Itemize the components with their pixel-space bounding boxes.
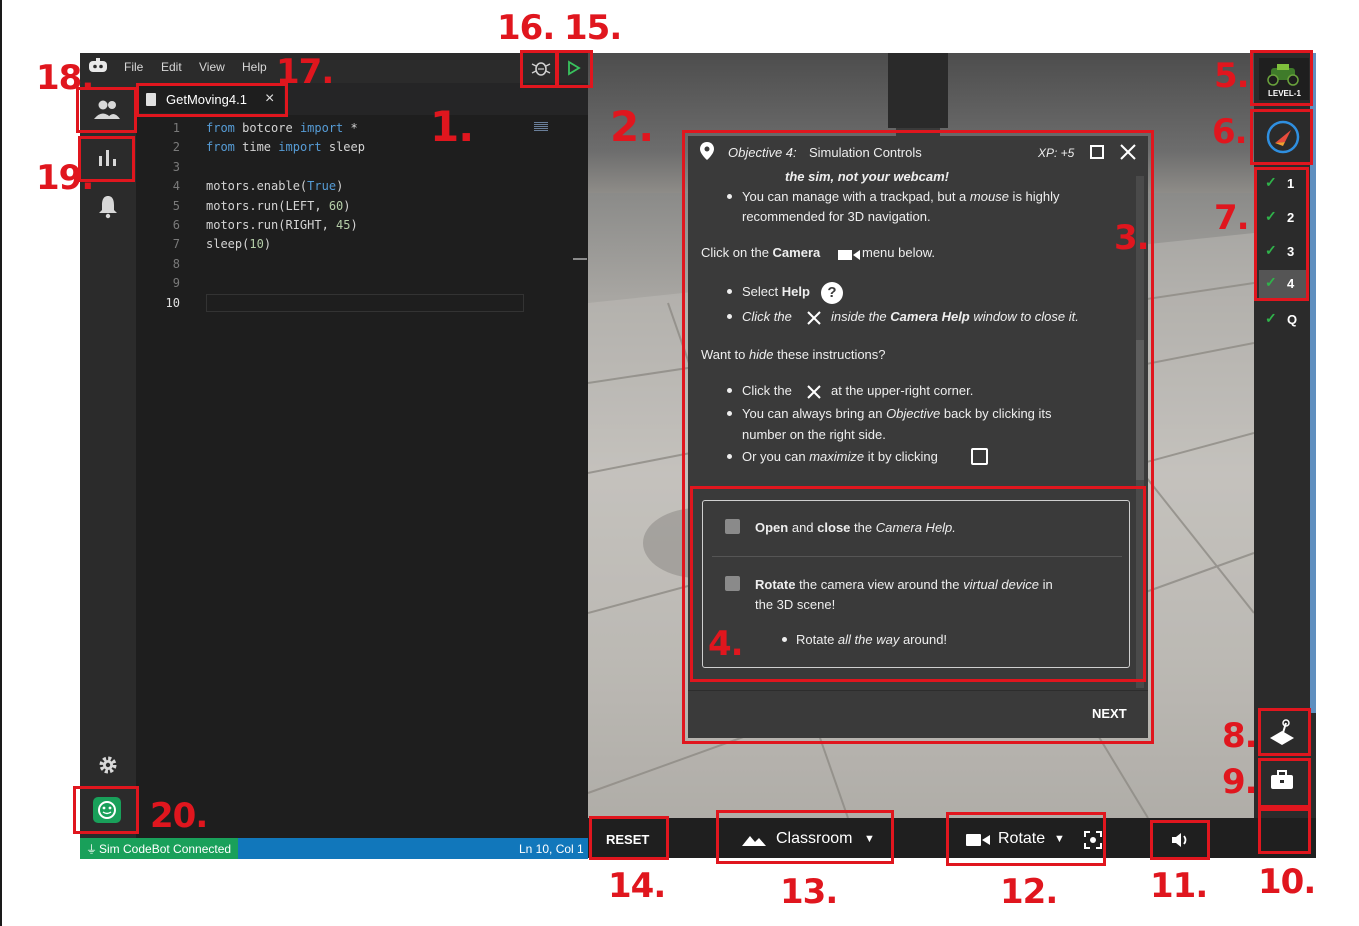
check-icon: ✓ xyxy=(1265,310,1277,326)
annotation-box-avatar xyxy=(73,786,139,834)
line-number: 7 xyxy=(172,237,180,251)
annotation-14: 14. xyxy=(608,866,666,906)
annotation-box-compass xyxy=(1250,109,1313,165)
line-number: 3 xyxy=(172,160,180,174)
annotation-box-environment xyxy=(716,810,894,864)
plug-icon: ⏚ xyxy=(86,844,97,856)
status-cursor-position: Ln 10, Col 1 xyxy=(519,842,584,856)
editor-scroll-marker xyxy=(573,258,587,260)
annotation-box-volume xyxy=(1150,820,1210,860)
line-number: 6 xyxy=(172,218,180,232)
annotation-box-menu xyxy=(1258,808,1311,854)
status-connection-text: Sim CodeBot Connected xyxy=(99,842,232,856)
line-number: 4 xyxy=(172,179,180,193)
annotation-6: 6. xyxy=(1212,112,1248,152)
annotation-9: 9. xyxy=(1222,762,1258,802)
annotation-5: 5. xyxy=(1214,56,1250,96)
line-number: 5 xyxy=(172,199,180,213)
annotation-19: 19. xyxy=(36,158,94,198)
menu-file[interactable]: File xyxy=(124,60,143,74)
bell-icon[interactable] xyxy=(96,193,120,219)
annotation-box-objective-numbers xyxy=(1254,167,1309,301)
line-number: 10 xyxy=(165,296,180,310)
code-line-6: motors.run(RIGHT, 45) xyxy=(206,218,358,232)
annotation-8: 8. xyxy=(1222,716,1258,756)
annotation-3: 3. xyxy=(1114,218,1150,258)
menu-view[interactable]: View xyxy=(199,60,225,74)
annotation-2: 2. xyxy=(610,102,654,151)
annotation-17: 17. xyxy=(276,52,334,92)
annotation-box-tab xyxy=(136,83,288,117)
annotation-10: 10. xyxy=(1258,862,1316,902)
annotation-16: 16. xyxy=(497,8,555,48)
annotation-15: 15. xyxy=(564,8,622,48)
annotation-box-joystick xyxy=(1258,708,1311,756)
code-editor[interactable] xyxy=(136,115,588,838)
line-number: 8 xyxy=(172,257,180,271)
annotation-box-tasks xyxy=(690,486,1146,682)
frame-border xyxy=(0,0,2,926)
objective-number-quiz[interactable]: ✓ Q xyxy=(1259,306,1309,336)
annotation-box-toolbox xyxy=(1258,758,1311,808)
annotation-20: 20. xyxy=(150,796,208,836)
minimap xyxy=(534,122,548,132)
code-line-5: motors.run(LEFT, 60) xyxy=(206,199,351,213)
line-number: 2 xyxy=(172,140,180,154)
annotation-7: 7. xyxy=(1214,198,1250,238)
menu-help[interactable]: Help xyxy=(242,60,267,74)
annotation-box-camera xyxy=(946,812,1106,866)
line-number: 9 xyxy=(172,276,180,290)
annotation-box-debug xyxy=(520,50,558,88)
settings-gear-icon[interactable] xyxy=(96,753,120,777)
menu-edit[interactable]: Edit xyxy=(161,60,182,74)
annotation-box-run xyxy=(556,50,593,88)
annotation-12: 12. xyxy=(1000,872,1058,912)
code-line-7: sleep(10) xyxy=(206,237,272,251)
annotation-box-level xyxy=(1250,50,1313,106)
annotation-11: 11. xyxy=(1150,866,1208,906)
annotation-box-reset xyxy=(589,816,669,860)
code-line-1: from botcore import * xyxy=(206,121,358,135)
ide-menubar xyxy=(80,53,588,83)
annotation-4: 4. xyxy=(708,624,744,664)
code-line-2: from time import sleep xyxy=(206,140,365,154)
current-line-highlight xyxy=(206,294,524,312)
line-number: 1 xyxy=(172,121,180,135)
annotation-18: 18. xyxy=(36,58,94,98)
annotation-13: 13. xyxy=(780,872,838,912)
sim-pole xyxy=(888,53,948,128)
code-line-4: motors.enable(True) xyxy=(206,179,344,193)
annotation-1: 1. xyxy=(430,102,474,151)
